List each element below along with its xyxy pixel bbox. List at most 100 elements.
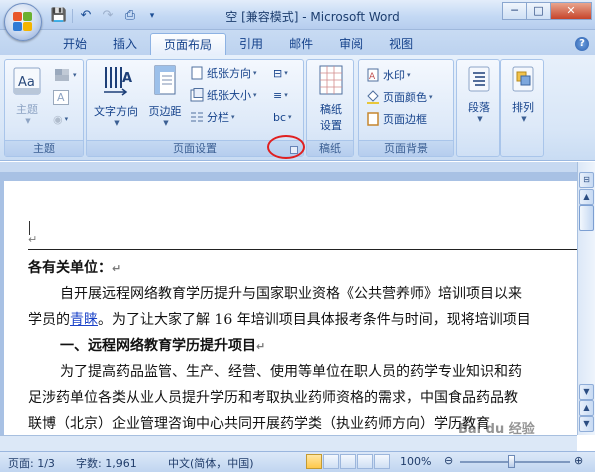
arrange-button[interactable]: 排列 ▼	[503, 64, 543, 123]
group-themes: Aa 主题 ▼ ▾ A ◉ ▾ 主题	[4, 59, 84, 157]
paragraph-button[interactable]: 段落 ▼	[459, 64, 499, 123]
themes-label: 主题	[16, 103, 38, 116]
tab-page-layout[interactable]: 页面布局	[150, 33, 227, 56]
size-button[interactable]: 纸张大小 ▾	[189, 86, 257, 104]
margins-icon	[154, 65, 176, 95]
page-color-button[interactable]: 页面颜色 ▾	[365, 88, 433, 106]
arrange-icon	[512, 66, 534, 92]
breaks-icon: ⊟	[273, 66, 283, 80]
columns-icon	[191, 112, 203, 122]
page-borders-icon	[367, 112, 379, 126]
paragraph-mark: ↵	[256, 340, 266, 353]
watermark-label: 水印	[383, 69, 405, 82]
zoom-slider-knob[interactable]	[508, 455, 515, 468]
tab-home[interactable]: 开始	[50, 33, 100, 56]
scroll-up-button[interactable]: ▲	[579, 189, 594, 205]
group-page-background: A 水印 ▾ 页面颜色 ▾ 页面边框 页面背景	[358, 59, 454, 157]
chevron-down-icon: ▼	[25, 117, 31, 125]
line-numbers-button[interactable]: ≡ ▾	[273, 86, 288, 104]
doc-line-text: 联博（北京）企业管理咨询中心共同开展药学类（执业药师方向）学历教育	[28, 416, 490, 432]
group-label-themes: 主题	[5, 140, 83, 156]
web-layout-view-button[interactable]	[340, 454, 356, 469]
text-direction-button[interactable]: A 文字方向 ▼	[91, 64, 141, 127]
text-direction-label: 文字方向	[94, 105, 138, 118]
doc-line-text: 为了提高药品监管、生产、经营、使用等单位在职人员的药学专业知识和药	[60, 364, 522, 380]
close-button[interactable]: ✕	[550, 2, 592, 20]
ruler-toggle-icon[interactable]: ⊟	[579, 172, 594, 188]
page-borders-label: 页面边框	[383, 113, 427, 126]
paragraph-mark: ↵	[112, 262, 122, 275]
theme-fonts-icon: A	[53, 89, 69, 105]
full-screen-reading-view-button[interactable]	[323, 454, 339, 469]
svg-text:Aa: Aa	[18, 75, 35, 90]
columns-button[interactable]: 分栏 ▾	[189, 108, 235, 126]
title-bar: 💾 ↶ ↷ ⎙ ▾ 空 [兼容模式] - Microsoft Word ─ □ …	[0, 0, 595, 30]
manuscript-icon	[319, 65, 343, 95]
themes-icon: Aa	[13, 67, 41, 95]
office-button[interactable]	[4, 3, 42, 41]
manuscript-settings-button[interactable]: 稿纸 设置	[309, 64, 353, 133]
tab-references[interactable]: 引用	[226, 33, 276, 56]
paragraph-icon	[468, 66, 490, 92]
hyphenation-icon: bc	[273, 110, 287, 124]
minimize-button[interactable]: ─	[502, 2, 527, 20]
scroll-thumb[interactable]	[579, 205, 594, 231]
outline-view-button[interactable]	[357, 454, 373, 469]
tab-review[interactable]: 审阅	[326, 33, 376, 56]
tab-mailings[interactable]: 邮件	[276, 33, 326, 56]
launcher-highlight-circle	[267, 135, 305, 159]
paragraph-label: 段落	[468, 101, 490, 114]
hyphenation-button[interactable]: bc ▾	[273, 108, 292, 126]
language-indicator[interactable]: 中文(简体，中国)	[168, 455, 254, 471]
theme-effects-button[interactable]: ◉ ▾	[53, 110, 68, 128]
zoom-level[interactable]: 100%	[400, 455, 431, 468]
text-direction-icon: A	[104, 67, 132, 96]
size-label: 纸张大小	[207, 89, 251, 102]
status-bar: 页面: 1/3 字数: 1,961 中文(简体，中国) 100% ⊖ ⊕	[0, 451, 595, 472]
doc-line: 各有关单位：↵	[28, 255, 577, 281]
help-icon[interactable]: ?	[575, 37, 589, 51]
word-count[interactable]: 字数: 1,961	[76, 455, 137, 471]
watermark-button[interactable]: A 水印 ▾	[365, 66, 411, 84]
group-manuscript: 稿纸 设置 稿纸	[306, 59, 354, 157]
draft-view-button[interactable]	[374, 454, 390, 469]
document-page[interactable]: ↵ 各有关单位：↵ 自开展远程网络教育学历提升与国家职业资格《公共营养师》培训项…	[4, 181, 577, 437]
page-indicator[interactable]: 页面: 1/3	[8, 455, 55, 471]
svg-text:A: A	[122, 71, 132, 86]
theme-colors-button[interactable]: ▾	[53, 66, 77, 84]
scroll-down-button[interactable]: ▼	[579, 384, 594, 400]
zoom-out-icon[interactable]: ⊖	[444, 454, 453, 467]
document-body[interactable]: 各有关单位：↵ 自开展远程网络教育学历提升与国家职业资格《公共营养师》培训项目以…	[28, 255, 577, 437]
doc-line-text: 自开展远程网络教育学历提升与国家职业资格《公共营养师》培训项目以来	[60, 286, 522, 302]
page-borders-button[interactable]: 页面边框	[365, 110, 427, 128]
doc-line-text: 足涉药单位各类从业人员提升学历和考取执业药师资格的需求，中国食品药品教	[28, 390, 518, 406]
doc-line-text: 学员的	[28, 312, 70, 328]
orientation-icon	[191, 66, 203, 80]
group-label-page-background: 页面背景	[359, 140, 453, 156]
tab-insert[interactable]: 插入	[100, 33, 150, 56]
horizontal-scrollbar[interactable]	[0, 435, 577, 451]
breaks-button[interactable]: ⊟ ▾	[273, 64, 288, 82]
tab-view[interactable]: 视图	[376, 33, 426, 56]
zoom-slider[interactable]	[460, 461, 570, 463]
chevron-down-icon: ▼	[163, 119, 169, 127]
next-page-icon[interactable]: ▼	[579, 416, 594, 432]
orientation-button[interactable]: 纸张方向 ▾	[189, 64, 257, 82]
zoom-in-icon[interactable]: ⊕	[574, 454, 583, 467]
previous-page-icon[interactable]: ▲	[579, 400, 594, 416]
doc-line-text: 各有关单位：	[28, 260, 112, 276]
ruler-strip	[0, 162, 577, 172]
maximize-button[interactable]: □	[526, 2, 551, 20]
themes-button[interactable]: Aa 主题 ▼	[9, 66, 45, 125]
doc-hyperlink[interactable]: 青睐	[70, 312, 98, 328]
window-controls: ─ □ ✕	[502, 2, 592, 20]
margins-button[interactable]: 页边距 ▼	[143, 64, 187, 127]
theme-fonts-button[interactable]: A	[53, 88, 69, 106]
doc-line: 一、远程网络教育学历提升项目↵	[28, 333, 577, 359]
ribbon-tab-bar: 开始 插入 页面布局 引用 邮件 审阅 视图 ?	[0, 30, 595, 56]
page-color-label: 页面颜色	[383, 91, 427, 104]
doc-line: 为了提高药品监管、生产、经营、使用等单位在职人员的药学专业知识和药	[28, 359, 577, 385]
theme-colors-icon	[55, 69, 69, 81]
print-layout-view-button[interactable]	[306, 454, 322, 469]
vertical-scrollbar[interactable]: ⊟ ▲ ▼ ▲ ▼	[577, 162, 595, 435]
